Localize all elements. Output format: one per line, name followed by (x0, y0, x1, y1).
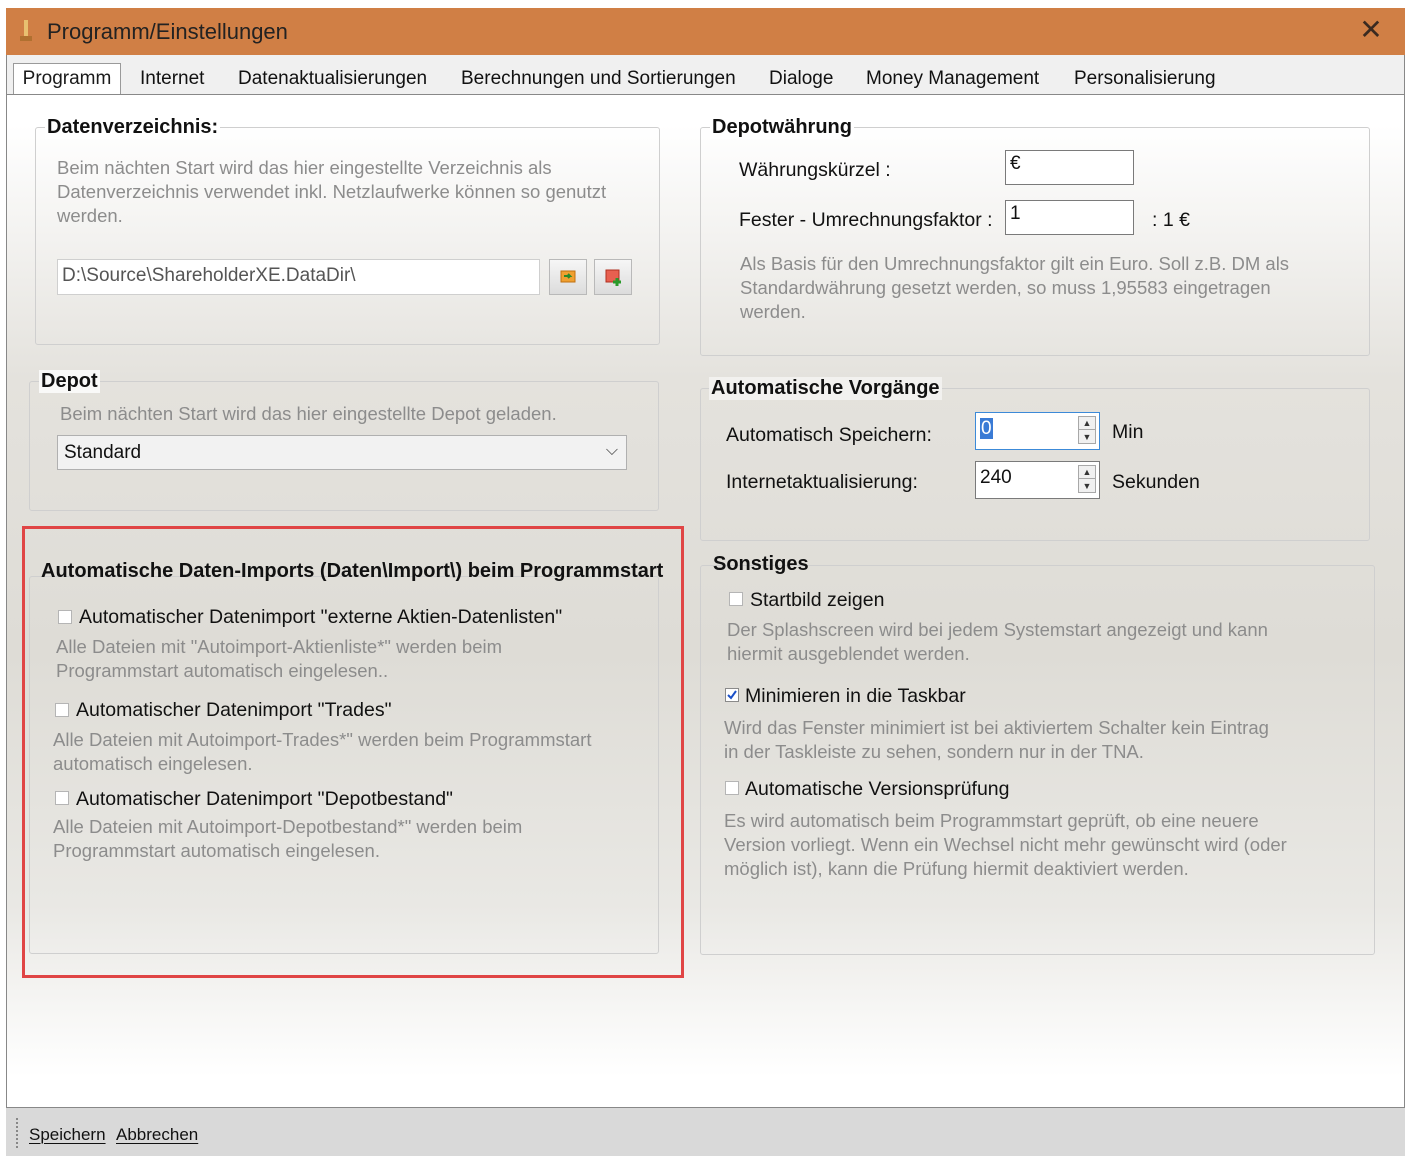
group-title-datenverzeichnis: Datenverzeichnis: (45, 116, 221, 139)
toolbar-grip-icon (16, 1118, 22, 1148)
tab-berechnungen[interactable]: Berechnungen und Sortierungen (461, 68, 736, 90)
app-icon (20, 20, 32, 41)
checkmark-icon (727, 690, 737, 700)
tab-money-management[interactable]: Money Management (866, 68, 1039, 90)
cancel-button[interactable]: Abbrechen (116, 1125, 198, 1145)
label-faktor-suffix: : 1 € (1152, 209, 1190, 231)
cancel-button-label: Abbrechen (116, 1125, 199, 1144)
chevron-down-icon: ⌵ (605, 442, 618, 459)
group-title-depotwaehrung: Depotwährung (710, 116, 854, 139)
tab-datenaktualisierungen[interactable]: Datenaktualisierungen (238, 68, 427, 90)
spinner-arrows-icon[interactable]: ▲ ▼ (1078, 416, 1096, 444)
folder-add-icon (605, 269, 621, 286)
tab-strip: Programm Internet Datenaktualisierungen … (6, 55, 1405, 95)
label-waehrungskuerzel: Währungskürzel : (739, 159, 891, 181)
save-button[interactable]: Speichern (29, 1125, 106, 1145)
desc-versionspruefung: Es wird automatisch beim Programmstart g… (724, 810, 1287, 879)
group-title-automatische-vorgaenge: Automatische Vorgänge (709, 377, 942, 400)
close-icon[interactable]: ✕ (1353, 12, 1389, 48)
desc-startbild: Der Splashscreen wird bei jedem Systemst… (727, 619, 1268, 664)
bottom-toolbar: Speichern Abbrechen (6, 1108, 1405, 1156)
save-button-label: Speichern (29, 1125, 106, 1144)
tab-internet[interactable]: Internet (140, 68, 204, 90)
checkbox-minimieren-taskbar[interactable] (725, 688, 739, 702)
label-min: Min (1112, 421, 1144, 443)
group-title-depot: Depot (39, 370, 100, 393)
label-versionspruefung[interactable]: Automatische Versionsprüfung (745, 778, 1010, 801)
browse-folder-button[interactable] (549, 259, 587, 295)
depot-description: Beim nächten Start wird das hier eingest… (60, 403, 557, 424)
depot-select[interactable]: Standard ⌵ (57, 435, 627, 470)
highlight-box (22, 526, 684, 978)
window-title: Programm/Einstellungen (47, 19, 288, 44)
internetaktualisierung-spinner[interactable]: 240 ▲ ▼ (975, 461, 1100, 499)
internetaktualisierung-value: 240 (980, 467, 1012, 488)
label-internetaktualisierung: Internetaktualisierung: (726, 471, 918, 493)
desc-minimieren-taskbar: Wird das Fenster minimiert ist bei aktiv… (724, 717, 1269, 762)
group-title-sonstiges: Sonstiges (713, 553, 809, 575)
datenverzeichnis-description: Beim nächten Start wird das hier eingest… (57, 157, 607, 226)
label-auto-speichern: Automatisch Speichern: (726, 424, 932, 446)
title-bar: Programm/Einstellungen ✕ (6, 8, 1405, 55)
label-minimieren-taskbar[interactable]: Minimieren in die Taskbar (745, 685, 966, 708)
checkbox-versionspruefung[interactable] (725, 781, 739, 795)
umrechnungsfaktor-input[interactable]: 1 (1005, 200, 1134, 235)
auto-speichern-spinner[interactable]: 0 ▲ ▼ (975, 412, 1100, 450)
waehrungskuerzel-input[interactable]: € (1005, 150, 1134, 185)
label-umrechnungsfaktor: Fester - Umrechnungsfaktor : (739, 209, 993, 231)
waehrung-description: Als Basis für den Umrechnungsfaktor gilt… (740, 253, 1290, 322)
depot-select-value: Standard (64, 442, 142, 463)
spinner-arrows-icon[interactable]: ▲ ▼ (1078, 465, 1096, 493)
tab-dialoge[interactable]: Dialoge (769, 68, 833, 90)
checkbox-startbild[interactable] (729, 592, 743, 606)
tab-programm[interactable]: Programm (13, 63, 121, 95)
auto-speichern-value: 0 (980, 418, 993, 439)
tab-personalisierung[interactable]: Personalisierung (1074, 68, 1216, 90)
add-folder-button[interactable] (594, 259, 632, 295)
datadir-path-input[interactable]: D:\Source\ShareholderXE.DataDir\ (57, 259, 540, 295)
label-sekunden: Sekunden (1112, 471, 1200, 493)
folder-open-icon (560, 270, 576, 283)
label-startbild[interactable]: Startbild zeigen (750, 589, 884, 612)
